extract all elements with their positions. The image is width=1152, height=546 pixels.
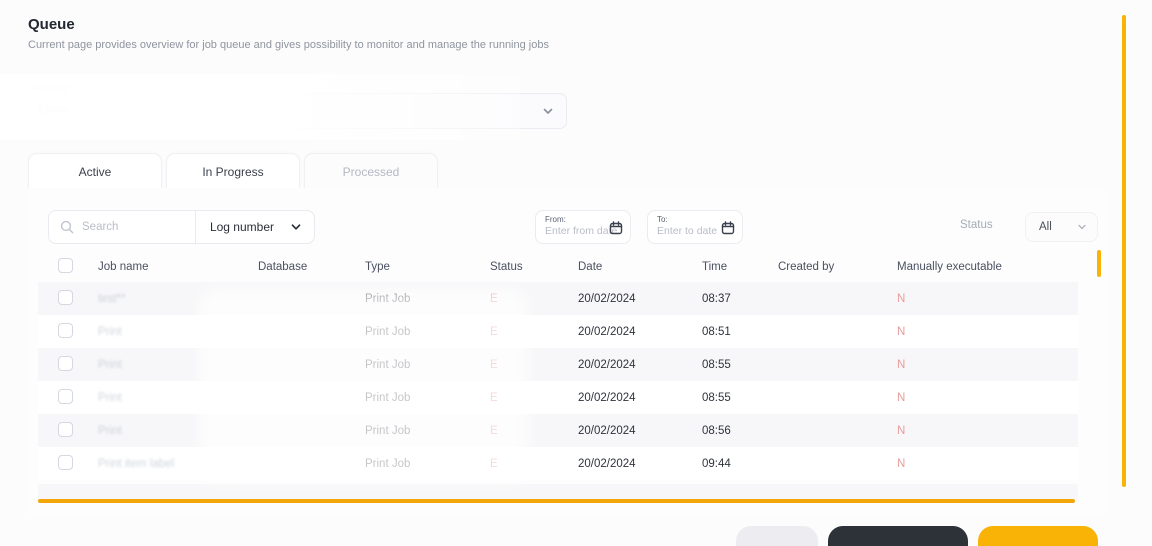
cell-manually_executable: N [887,458,1078,470]
cell-job_name: Print item label [88,458,248,470]
tab-active-label: Active [79,165,112,179]
table-header-row: Job nameDatabaseTypeStatusDateTimeCreate… [38,252,1078,282]
cell-job_name: test** [88,293,248,305]
chevron-down-icon[interactable] [290,221,302,233]
calendar-icon[interactable] [609,221,623,235]
cell-status: E [480,359,568,371]
tab-in-progress-label: In Progress [202,165,263,179]
page-title: Queue [28,16,75,33]
chevron-down-icon [542,105,554,117]
column-header-status: Status [480,261,568,273]
column-header-created_by: Created by [768,261,887,273]
cell-manually_executable: N [887,359,1078,371]
cell-date: 20/02/2024 [568,326,692,338]
jobs-table: Job nameDatabaseTypeStatusDateTimeCreate… [38,252,1078,480]
divider [195,210,196,244]
cell-status: E [480,326,568,338]
cell-date: 20/02/2024 [568,293,692,305]
table-row: Print Print JobE20/02/202408:55 N [38,348,1078,381]
cell-time: 08:56 [692,425,768,437]
cell-type: Print Job [355,326,480,338]
column-header-time: Time [692,261,768,273]
cell-job_name: Print [88,326,248,338]
row-checkbox[interactable] [58,389,73,404]
cell-manually_executable: N [887,293,1078,305]
cell-type: Print Job [355,425,480,437]
status-filter-value: All [1039,221,1077,233]
cell-status: E [480,458,568,470]
tab-active[interactable]: Active [28,153,162,189]
table-row: test** Print JobE20/02/202408:37 N [38,282,1078,315]
table-row: Print Print JobE20/02/202408:56 N [38,414,1078,447]
row-checkbox[interactable] [58,323,73,338]
from-date-field[interactable]: From: Enter from date [535,210,631,244]
cell-time: 09:44 [692,458,768,470]
cell-manually_executable: N [887,392,1078,404]
table-row: Print item label Print JobE20/02/202409:4… [38,447,1078,480]
cell-manually_executable: N [887,425,1078,437]
table-body: test**Print JobE20/02/202408:37NPrintPri… [38,282,1078,480]
chevron-down-icon [1077,222,1087,232]
horizontal-scrollbar[interactable] [38,499,1075,503]
to-date-field[interactable]: To: Enter to date [647,210,743,244]
row-checkbox[interactable] [58,290,73,305]
tab-processed[interactable]: Processed [304,153,438,189]
cell-job_name: Print [88,359,248,371]
column-header-manually_executable: Manually executable [887,261,1078,273]
column-header-type: Type [355,261,480,273]
secondary-action-button[interactable] [736,526,818,546]
select-all-checkbox[interactable] [58,258,73,273]
column-header-database: Database [248,261,355,273]
status-filter-label: Status [960,219,993,231]
row-checkbox[interactable] [58,422,73,437]
cell-date: 20/02/2024 [568,458,692,470]
table-row: Print Print JobE20/02/202408:51 N [38,315,1078,348]
column-header-date: Date [568,261,692,273]
search-icon [60,220,74,234]
primary-action-button[interactable] [978,526,1098,546]
search-box[interactable]: Search Log number [48,210,315,244]
column-header-job_name: Job name [88,261,248,273]
row-checkbox[interactable] [58,455,73,470]
page-subtitle: Current page provides overview for job q… [28,39,549,51]
cell-status: E [480,392,568,404]
cell-status: E [480,293,568,305]
cell-time: 08:55 [692,359,768,371]
row-checkbox[interactable] [58,356,73,371]
cell-time: 08:37 [692,293,768,305]
search-category-select[interactable]: Log number [210,220,274,234]
dark-action-button[interactable] [828,526,968,546]
queue-panel: Search Log number From: Enter from date … [28,188,1106,515]
cell-status: E [480,425,568,437]
cell-type: Print Job [355,458,480,470]
cell-time: 08:55 [692,392,768,404]
cell-date: 20/02/2024 [568,392,692,404]
tab-in-progress[interactable]: In Progress [166,153,300,189]
gateway-filter-section: Gateway Ekate 15 [0,80,600,140]
cell-manually_executable: N [887,326,1078,338]
cell-job_name: Print [88,425,248,437]
table-row: Print Print JobE20/02/202408:55 N [38,381,1078,414]
gateway-label: Gateway [28,82,69,93]
cell-type: Print Job [355,359,480,371]
calendar-icon[interactable] [721,221,735,235]
gateway-value: Ekate [38,102,70,116]
status-filter-select[interactable]: All [1025,212,1098,242]
cell-type: Print Job [355,392,480,404]
cell-date: 20/02/2024 [568,425,692,437]
cell-time: 08:51 [692,326,768,338]
cell-date: 20/02/2024 [568,359,692,371]
partial-row-strip [38,484,1078,499]
cell-type: Print Job [355,293,480,305]
page-vertical-scrollbar[interactable] [1122,15,1126,487]
gateway-secondary-value: 15 [175,104,188,118]
gateway-dropdown[interactable]: 15 [170,93,567,129]
cell-job_name: Print [88,392,248,404]
search-input[interactable]: Search [82,221,195,233]
tab-processed-label: Processed [343,165,400,179]
table-vertical-scrollbar-thumb[interactable] [1097,250,1101,277]
